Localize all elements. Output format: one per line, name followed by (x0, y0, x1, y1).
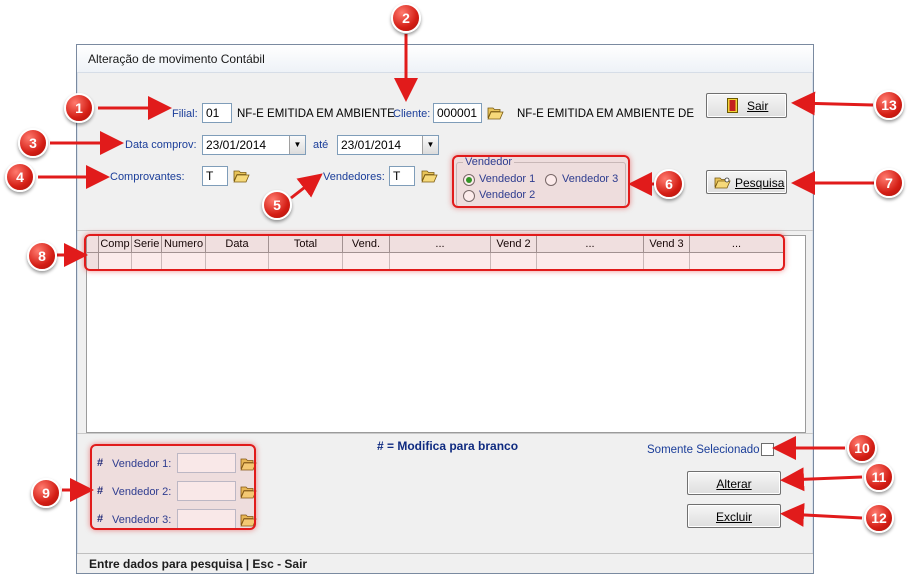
sair-button[interactable]: Sair (706, 93, 787, 118)
col-header[interactable]: Vend. (343, 236, 390, 253)
date-to-combo[interactable]: 23/01/2014 ▼ (337, 135, 439, 155)
radio-vendedor-1-label: Vendedor 1 (479, 173, 536, 185)
somente-selecionado-label: Somente Selecionado (647, 444, 760, 456)
vendedor-group-legend: Vendedor (463, 156, 515, 168)
grid-row-indicator-header (87, 236, 99, 253)
radio-vendedor-1[interactable] (463, 174, 475, 186)
excluir-button[interactable]: Excluir (687, 504, 781, 528)
date-separator: até (313, 139, 329, 151)
pesquisa-label: Pesquisa (735, 176, 785, 190)
chevron-down-icon[interactable]: ▼ (289, 136, 305, 154)
vendedor-groupbox: Vendedor Vendedor 1 Vendedor 3 Vendedor … (456, 156, 626, 207)
vendedores-folder-icon[interactable] (421, 169, 438, 183)
comprovantes-folder-icon[interactable] (233, 169, 250, 183)
col-header[interactable]: Serie (132, 236, 162, 253)
filial-description: NF-E EMITIDA EM AMBIENTE (237, 108, 395, 120)
pesquisa-button[interactable]: Pesquisa (706, 170, 787, 194)
vendedor-1-folder-icon[interactable] (240, 457, 257, 471)
results-grid[interactable]: Comp Serie Numero Data Total Vend. ... V… (86, 235, 806, 433)
annotation-badge-10: 10 (847, 433, 877, 463)
status-bar: Entre dados para pesquisa | Esc - Sair (77, 553, 813, 573)
col-header[interactable]: ... (390, 236, 491, 253)
date-from-value: 23/01/2014 (206, 138, 267, 152)
alterar-label: Alterar (716, 477, 752, 491)
annotation-badge-13: 13 (874, 90, 904, 120)
col-header[interactable]: Vend 2 (491, 236, 537, 253)
data-comprov-label: Data comprov: (125, 139, 197, 151)
vendedor-2-label: Vendedor 2: (112, 486, 172, 498)
vendedor-3-folder-icon[interactable] (240, 513, 257, 527)
cliente-folder-icon[interactable] (487, 106, 504, 120)
col-header[interactable]: Numero (162, 236, 206, 253)
vendedor-1-label: Vendedor 1: (112, 458, 172, 470)
annotation-badge-8: 8 (27, 241, 57, 271)
annotation-badge-1: 1 (64, 93, 94, 123)
vendedores-label: Vendedores: (323, 171, 385, 183)
modifica-note: # = Modifica para branco (377, 439, 519, 453)
hash-marker: # (97, 513, 104, 525)
date-to-value: 23/01/2014 (341, 138, 402, 152)
somente-selecionado-checkbox[interactable] (761, 443, 774, 456)
radio-vendedor-3-label: Vendedor 3 (562, 173, 619, 185)
alterar-button[interactable]: Alterar (687, 471, 781, 495)
col-header[interactable]: Data (206, 236, 269, 253)
title-bar: Alteração de movimento Contábil (77, 45, 813, 73)
window-title: Alteração de movimento Contábil (88, 52, 265, 66)
top-separator (77, 230, 813, 231)
vendedor-3-label: Vendedor 3: (112, 514, 172, 526)
filial-input[interactable]: 01 (202, 103, 232, 123)
bottom-separator (77, 433, 813, 434)
hash-marker: # (97, 457, 104, 469)
excluir-label: Excluir (715, 510, 752, 524)
vendedor-2-folder-icon[interactable] (240, 485, 257, 499)
comprovantes-input[interactable]: T (202, 166, 228, 186)
table-row[interactable] (87, 253, 784, 270)
col-header[interactable]: Vend 3 (644, 236, 690, 253)
vendedor-1-input[interactable] (177, 453, 236, 473)
status-text: Entre dados para pesquisa | Esc - Sair (89, 557, 308, 571)
annotation-badge-3: 3 (18, 128, 48, 158)
col-header[interactable]: Total (269, 236, 343, 253)
sair-label: Sair (747, 99, 769, 113)
grid-header: Comp Serie Numero Data Total Vend. ... V… (87, 236, 784, 253)
radio-vendedor-2[interactable] (463, 190, 475, 202)
main-window: Alteração de movimento Contábil Filial: … (76, 44, 814, 574)
cliente-label: Cliente: (393, 108, 431, 120)
annotation-badge-4: 4 (5, 162, 35, 192)
annotation-badge-6: 6 (654, 169, 684, 199)
exit-door-icon (727, 98, 738, 113)
col-header[interactable]: ... (690, 236, 784, 253)
filial-label: Filial: (172, 108, 198, 120)
search-folder-icon (714, 176, 731, 189)
col-header[interactable]: Comp (99, 236, 132, 253)
comprovantes-label: Comprovantes: (110, 171, 185, 183)
annotation-badge-9: 9 (31, 478, 61, 508)
radio-vendedor-2-label: Vendedor 2 (479, 189, 536, 201)
cliente-input[interactable]: 000001 (433, 103, 482, 123)
col-header[interactable]: ... (537, 236, 644, 253)
annotation-badge-7: 7 (874, 168, 904, 198)
annotation-badge-5: 5 (262, 190, 292, 220)
annotation-badge-11: 11 (864, 462, 894, 492)
vendedor-2-input[interactable] (177, 481, 236, 501)
hash-marker: # (97, 485, 104, 497)
annotation-badge-2: 2 (391, 3, 421, 33)
vendedor-3-input[interactable] (177, 509, 236, 529)
date-from-combo[interactable]: 23/01/2014 ▼ (202, 135, 306, 155)
cliente-description: NF-E EMITIDA EM AMBIENTE DE (517, 108, 694, 120)
annotation-badge-12: 12 (864, 503, 894, 533)
vendedores-input[interactable]: T (389, 166, 415, 186)
chevron-down-icon[interactable]: ▼ (422, 136, 438, 154)
radio-vendedor-3[interactable] (545, 174, 557, 186)
